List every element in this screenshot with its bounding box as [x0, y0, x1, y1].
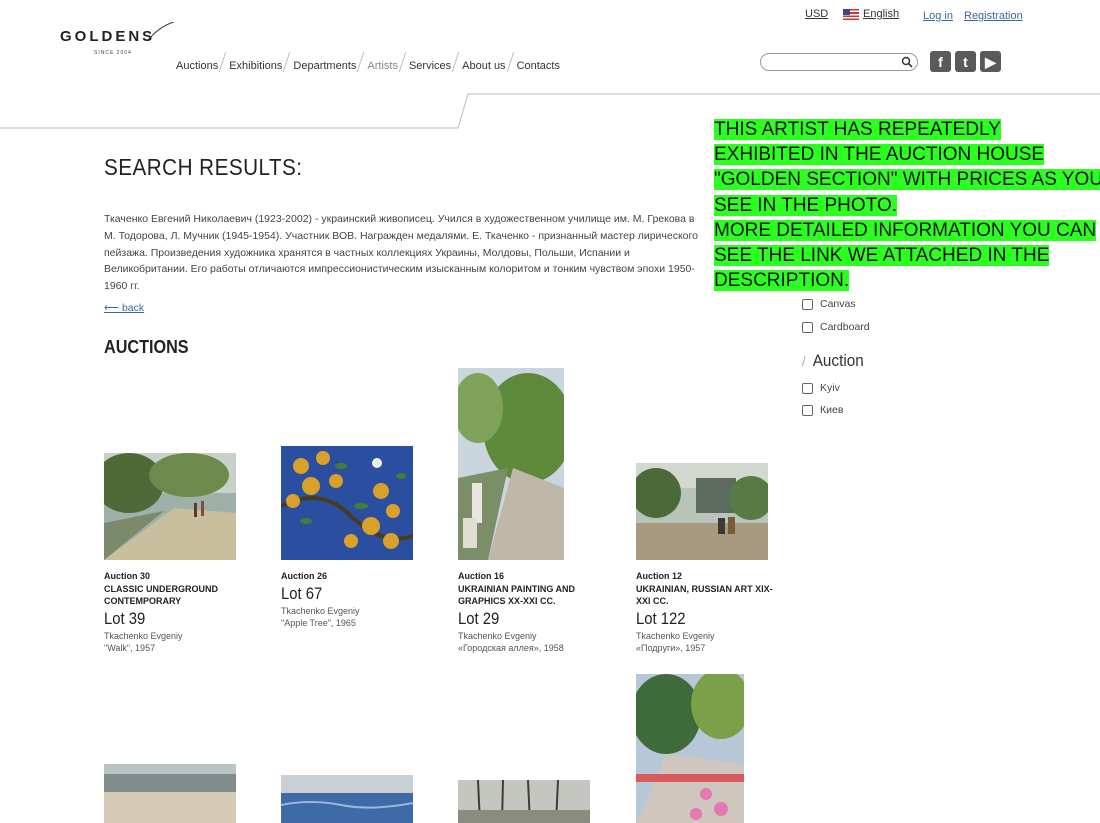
- card-lot[interactable]: Lot 39: [104, 609, 230, 629]
- page-title: SEARCH RESULTS:: [104, 154, 303, 180]
- filter-label: Canvas: [820, 298, 856, 310]
- logo[interactable]: GOLDENS SINCE 2004: [60, 22, 175, 56]
- back-link[interactable]: ⟵ back: [104, 302, 144, 314]
- checkbox[interactable]: [802, 321, 813, 333]
- nav-departments[interactable]: Departments: [287, 54, 358, 72]
- logo-subtitle: SINCE 2004: [94, 50, 132, 56]
- card-work: «Подруги», 1957: [636, 643, 706, 653]
- card-work: "Walk", 1957: [104, 643, 156, 653]
- overlay-text-1: THIS ARTIST HAS REPEATEDLY EXHIBITED IN …: [714, 119, 1100, 216]
- main-nav: Auctions Exhibitions Departments Artists…: [170, 52, 562, 72]
- card-lot[interactable]: Lot 29: [458, 609, 584, 629]
- filter-kiev[interactable]: Киев: [802, 404, 843, 416]
- search-icon[interactable]: [901, 56, 913, 68]
- auction-card[interactable]: Auction 30 CLASSIC UNDERGROUND CONTEMPOR…: [104, 570, 244, 655]
- card-auction-number[interactable]: Auction 12: [636, 570, 776, 583]
- language-label: English: [863, 8, 900, 20]
- language-selector[interactable]: English: [843, 8, 899, 20]
- card-work: "Apple Tree", 1965: [281, 618, 356, 628]
- filter-label: Kyiv: [820, 382, 840, 394]
- artwork-bottom-4-image[interactable]: [636, 674, 744, 823]
- us-flag-icon: [843, 8, 859, 20]
- artist-biography: Ткаченко Евгений Николаевич (1923-2002) …: [104, 213, 698, 293]
- card-artist: Tkachenko Evgeniy: [636, 630, 715, 641]
- nav-artists[interactable]: Artists: [361, 54, 400, 72]
- nav-exhibitions[interactable]: Exhibitions: [223, 54, 284, 72]
- artwork-bottom-2-image[interactable]: [281, 775, 413, 823]
- overlay-text-2: MORE DETAILED INFORMATION YOU CAN SEE TH…: [714, 219, 1097, 292]
- filter-auction-heading: / Auction: [802, 351, 864, 371]
- card-lot[interactable]: Lot 67: [281, 584, 407, 604]
- card-artist: Tkachenko Evgeniy: [104, 630, 183, 641]
- card-lot[interactable]: Lot 122: [636, 609, 762, 629]
- card-auction-number[interactable]: Auction 30: [104, 570, 244, 583]
- artwork-bottom-1-image[interactable]: [104, 764, 236, 823]
- filter-heading-label: Auction: [812, 351, 864, 370]
- heading-slash: /: [802, 353, 806, 369]
- logo-swoosh-icon: [147, 22, 175, 41]
- filter-cardboard[interactable]: Cardboard: [802, 321, 870, 333]
- checkbox[interactable]: [802, 298, 813, 310]
- nav-services[interactable]: Services: [403, 54, 453, 72]
- artwork-friends-image[interactable]: [636, 463, 768, 560]
- promo-overlay: THIS ARTIST HAS REPEATEDLY EXHIBITED IN …: [714, 117, 1100, 293]
- filter-label: Cardboard: [820, 321, 870, 333]
- artwork-city-alley-image[interactable]: [458, 368, 564, 560]
- nav-auctions[interactable]: Auctions: [170, 54, 220, 72]
- filter-label: Киев: [820, 404, 844, 416]
- card-auction-number[interactable]: Auction 26: [281, 570, 421, 583]
- auctions-heading: AUCTIONS: [104, 337, 189, 357]
- card-auction-number[interactable]: Auction 16: [458, 570, 598, 583]
- checkbox[interactable]: [802, 382, 813, 394]
- card-auction-title[interactable]: CLASSIC UNDERGROUND CONTEMPORARY: [104, 583, 244, 608]
- facebook-icon[interactable]: f: [930, 51, 951, 72]
- nav-about-us[interactable]: About us: [456, 54, 507, 72]
- artwork-bottom-3-image[interactable]: [458, 780, 590, 823]
- card-artist: Tkachenko Evgeniy: [281, 605, 360, 616]
- logo-text: GOLDENS: [60, 28, 156, 45]
- registration-link[interactable]: Registration: [964, 10, 1023, 22]
- card-auction-title[interactable]: UKRAINIAN, RUSSIAN ART XIX-XXI CC.: [636, 583, 776, 608]
- twitter-icon[interactable]: t: [955, 51, 976, 72]
- auction-card[interactable]: Auction 12 UKRAINIAN, RUSSIAN ART XIX-XX…: [636, 570, 776, 655]
- nav-contacts[interactable]: Contacts: [511, 54, 562, 72]
- auction-card[interactable]: Auction 16 UKRAINIAN PAINTING AND GRAPHI…: [458, 570, 598, 655]
- artwork-walk-image[interactable]: [104, 453, 236, 560]
- auction-card[interactable]: Auction 26 Lot 67 Tkachenko Evgeniy "App…: [281, 570, 421, 630]
- card-work: «Городская аллея», 1958: [458, 643, 564, 653]
- login-link[interactable]: Log in: [923, 10, 953, 22]
- youtube-icon[interactable]: ▶: [980, 51, 1001, 72]
- card-artist: Tkachenko Evgeniy: [458, 630, 537, 641]
- checkbox[interactable]: [802, 404, 813, 416]
- search-input[interactable]: [760, 53, 918, 71]
- filter-kyiv[interactable]: Kyiv: [802, 382, 840, 394]
- filter-canvas[interactable]: Canvas: [802, 298, 856, 310]
- card-auction-title[interactable]: UKRAINIAN PAINTING AND GRAPHICS XX-XXI C…: [458, 583, 598, 608]
- currency-selector[interactable]: USD: [805, 8, 828, 20]
- artwork-apple-tree-image[interactable]: [281, 446, 413, 560]
